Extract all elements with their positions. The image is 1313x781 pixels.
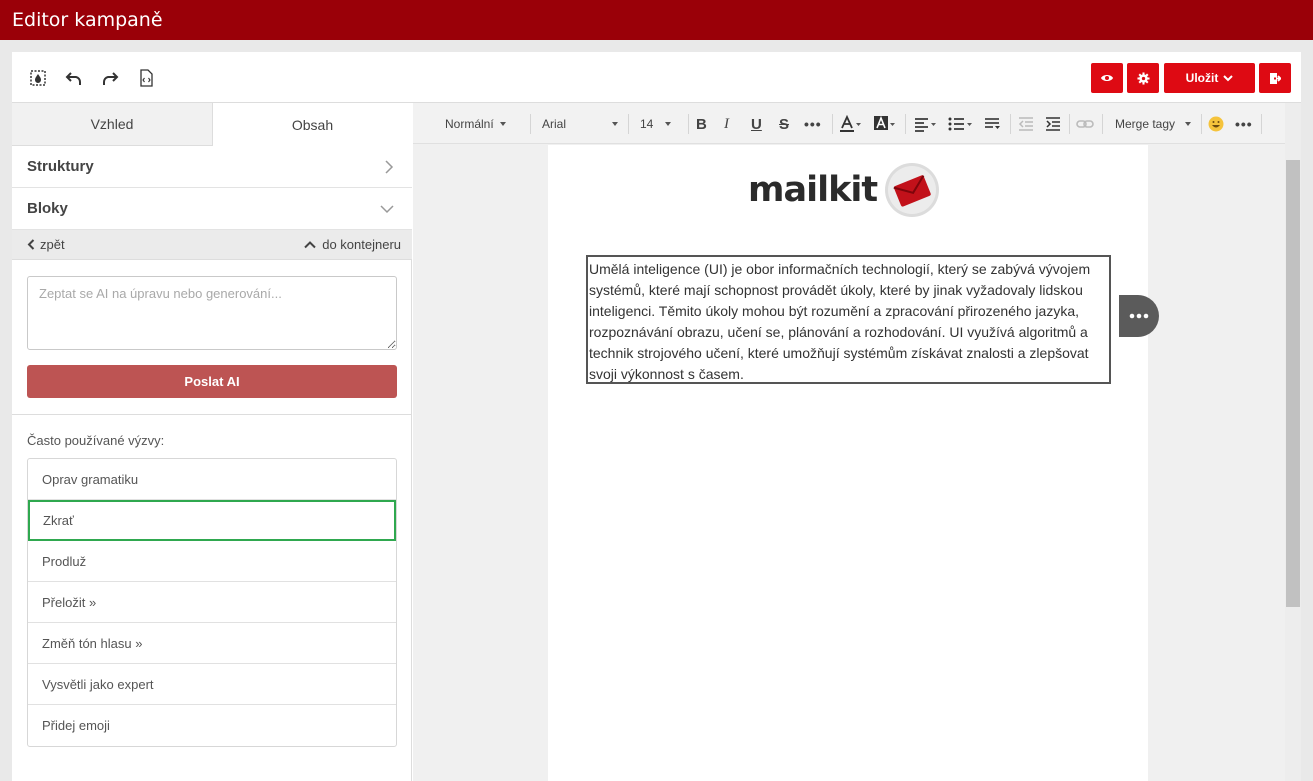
emoji-icon[interactable] [1208, 114, 1224, 134]
italic-icon[interactable]: I [724, 114, 729, 134]
toolbar-separator [905, 114, 906, 134]
toolbar-separator [1010, 114, 1011, 134]
mailkit-logo: mailkit [748, 161, 941, 219]
caret-down-icon [665, 122, 672, 126]
chevron-left-icon [27, 239, 35, 250]
toolbar-separator [688, 114, 689, 134]
prompt-list: Oprav gramatiku Zkrať Prodluž Přeložit »… [27, 458, 397, 747]
font-size-value: 14 [640, 117, 654, 131]
prompt-item-shorten[interactable]: Zkrať [28, 500, 396, 541]
settings-button[interactable] [1127, 63, 1159, 93]
caret-down-icon [499, 122, 506, 126]
link-icon[interactable] [1076, 114, 1094, 134]
eye-icon [1101, 75, 1113, 81]
toolbar-separator [1102, 114, 1103, 134]
paragraph-icon[interactable] [984, 114, 1000, 134]
toolbar-separator [628, 114, 629, 134]
text-format-toolbar: Normální Arial 14 B I U S ••• Merge tagy… [413, 103, 1285, 144]
bold-icon[interactable]: B [696, 114, 707, 134]
to-container-label: do kontejneru [322, 237, 401, 252]
underline-icon[interactable]: U [751, 114, 762, 134]
ai-prompt-input[interactable] [27, 276, 397, 350]
exit-icon [1270, 72, 1281, 84]
prompt-item-emoji[interactable]: Přidej emoji [28, 705, 396, 746]
redo-icon[interactable] [99, 67, 121, 89]
toolbar-separator [1201, 114, 1202, 134]
back-link[interactable]: zpět [27, 237, 65, 252]
undo-icon[interactable] [63, 67, 85, 89]
chevron-down-icon [380, 205, 394, 214]
toolbar-separator [530, 114, 531, 134]
paragraph-format-value: Normální [445, 117, 494, 131]
prompt-item-expert[interactable]: Vysvětli jako expert [28, 664, 396, 705]
toolbar-separator [1261, 114, 1262, 134]
paragraph-format-select[interactable]: Normální [445, 114, 506, 134]
prompt-item-tone[interactable]: Změň tón hlasu » [28, 623, 396, 664]
left-panel: Vzhled Obsah Struktury Bloky zpět do kon… [12, 103, 412, 781]
text-color-icon[interactable] [839, 114, 863, 134]
html-code-icon[interactable] [135, 67, 157, 89]
chevron-right-icon [385, 160, 394, 174]
font-size-select[interactable]: 14 [640, 114, 672, 134]
caret-down-icon [612, 122, 619, 126]
scrollbar-thumb[interactable] [1286, 160, 1300, 607]
more-styles-icon[interactable]: ••• [804, 114, 822, 134]
merge-tags-label: Merge tagy [1115, 117, 1176, 131]
logo-text: mailkit [748, 170, 878, 210]
app-title: Editor kampaně [12, 9, 163, 31]
design-icon[interactable] [27, 67, 49, 89]
outdent-icon[interactable] [1018, 114, 1034, 134]
align-icon[interactable] [914, 114, 938, 134]
editor-frame: Uložit Vzhled Obsah Struktury Bloky zpět [12, 52, 1301, 781]
top-toolbar: Uložit [12, 52, 1301, 103]
prompt-item-lengthen[interactable]: Prodluž [28, 541, 396, 582]
save-button-label: Uložit [1185, 71, 1219, 85]
send-ai-button[interactable]: Poslat AI [27, 365, 397, 398]
accordion-structures-label: Struktury [27, 158, 94, 175]
exit-button[interactable] [1259, 63, 1291, 93]
accordion-blocks[interactable]: Bloky [12, 188, 412, 230]
block-more-button[interactable] [1119, 295, 1159, 337]
envelope-logo-icon [885, 163, 940, 217]
gear-icon [1136, 71, 1150, 85]
tab-vzhled[interactable]: Vzhled [12, 103, 213, 146]
panel-divider [12, 414, 412, 415]
preview-button[interactable] [1091, 63, 1123, 93]
email-canvas: mailkit Umělá inteligence (UI) je obor i… [548, 145, 1159, 781]
editor-scrollbar[interactable] [1285, 103, 1301, 781]
back-link-label: zpět [40, 237, 65, 252]
chevron-up-icon [304, 240, 316, 248]
editor-area: Normální Arial 14 B I U S ••• Merge tagy… [413, 103, 1301, 781]
strikethrough-icon[interactable]: S [779, 114, 789, 134]
save-button[interactable]: Uložit [1164, 63, 1255, 93]
accordion-blocks-label: Bloky [27, 200, 68, 217]
prompt-item-translate[interactable]: Přeložit » [28, 582, 396, 623]
more-options-icon[interactable]: ••• [1235, 114, 1253, 134]
accordion-structures[interactable]: Struktury [12, 146, 412, 188]
to-container-link[interactable]: do kontejneru [304, 237, 401, 252]
toolbar-separator [1069, 114, 1070, 134]
selected-text-block[interactable]: Umělá inteligence (UI) je obor informačn… [586, 255, 1111, 384]
font-family-select[interactable]: Arial [542, 114, 619, 134]
prompt-item-grammar[interactable]: Oprav gramatiku [28, 459, 396, 500]
merge-tags-select[interactable]: Merge tagy [1115, 114, 1192, 134]
list-icon[interactable] [948, 114, 974, 134]
font-family-value: Arial [542, 117, 567, 131]
panel-tabs: Vzhled Obsah [12, 103, 412, 146]
app-titlebar: Editor kampaně [0, 0, 1313, 40]
block-nav-bar: zpět do kontejneru [12, 230, 412, 260]
tab-obsah[interactable]: Obsah [213, 103, 412, 146]
chevron-down-icon [1223, 74, 1234, 81]
more-options-icon [1129, 313, 1149, 319]
toolbar-separator [832, 114, 833, 134]
indent-icon[interactable] [1045, 114, 1061, 134]
caret-down-icon [1185, 122, 1192, 126]
background-color-icon[interactable] [873, 114, 897, 134]
prompts-title: Často používané výzvy: [27, 433, 165, 448]
